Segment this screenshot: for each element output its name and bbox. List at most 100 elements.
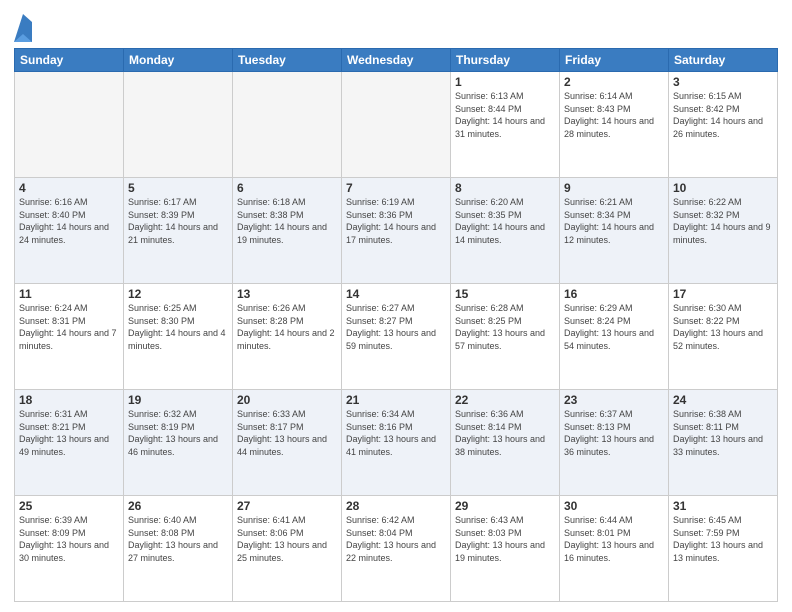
day-number: 31 [673, 499, 773, 513]
day-number: 21 [346, 393, 446, 407]
day-info: Sunrise: 6:38 AM Sunset: 8:11 PM Dayligh… [673, 408, 773, 458]
day-info: Sunrise: 6:17 AM Sunset: 8:39 PM Dayligh… [128, 196, 228, 246]
day-number: 27 [237, 499, 337, 513]
col-header-tuesday: Tuesday [233, 49, 342, 72]
calendar-cell: 17Sunrise: 6:30 AM Sunset: 8:22 PM Dayli… [669, 284, 778, 390]
calendar-cell: 8Sunrise: 6:20 AM Sunset: 8:35 PM Daylig… [451, 178, 560, 284]
day-info: Sunrise: 6:15 AM Sunset: 8:42 PM Dayligh… [673, 90, 773, 140]
day-number: 1 [455, 75, 555, 89]
day-number: 13 [237, 287, 337, 301]
calendar-cell: 12Sunrise: 6:25 AM Sunset: 8:30 PM Dayli… [124, 284, 233, 390]
day-number: 25 [19, 499, 119, 513]
day-info: Sunrise: 6:16 AM Sunset: 8:40 PM Dayligh… [19, 196, 119, 246]
calendar-cell [15, 72, 124, 178]
day-number: 6 [237, 181, 337, 195]
day-number: 18 [19, 393, 119, 407]
day-info: Sunrise: 6:32 AM Sunset: 8:19 PM Dayligh… [128, 408, 228, 458]
day-number: 24 [673, 393, 773, 407]
calendar-cell: 21Sunrise: 6:34 AM Sunset: 8:16 PM Dayli… [342, 390, 451, 496]
calendar-cell: 7Sunrise: 6:19 AM Sunset: 8:36 PM Daylig… [342, 178, 451, 284]
col-header-wednesday: Wednesday [342, 49, 451, 72]
day-number: 10 [673, 181, 773, 195]
calendar-cell: 15Sunrise: 6:28 AM Sunset: 8:25 PM Dayli… [451, 284, 560, 390]
day-info: Sunrise: 6:41 AM Sunset: 8:06 PM Dayligh… [237, 514, 337, 564]
calendar-cell: 2Sunrise: 6:14 AM Sunset: 8:43 PM Daylig… [560, 72, 669, 178]
calendar-cell: 23Sunrise: 6:37 AM Sunset: 8:13 PM Dayli… [560, 390, 669, 496]
day-info: Sunrise: 6:13 AM Sunset: 8:44 PM Dayligh… [455, 90, 555, 140]
calendar-cell: 24Sunrise: 6:38 AM Sunset: 8:11 PM Dayli… [669, 390, 778, 496]
day-info: Sunrise: 6:39 AM Sunset: 8:09 PM Dayligh… [19, 514, 119, 564]
logo-icon [14, 14, 32, 42]
day-number: 17 [673, 287, 773, 301]
day-number: 23 [564, 393, 664, 407]
calendar-cell: 14Sunrise: 6:27 AM Sunset: 8:27 PM Dayli… [342, 284, 451, 390]
day-info: Sunrise: 6:27 AM Sunset: 8:27 PM Dayligh… [346, 302, 446, 352]
col-header-friday: Friday [560, 49, 669, 72]
day-info: Sunrise: 6:43 AM Sunset: 8:03 PM Dayligh… [455, 514, 555, 564]
day-info: Sunrise: 6:34 AM Sunset: 8:16 PM Dayligh… [346, 408, 446, 458]
day-number: 7 [346, 181, 446, 195]
day-number: 29 [455, 499, 555, 513]
day-info: Sunrise: 6:42 AM Sunset: 8:04 PM Dayligh… [346, 514, 446, 564]
calendar-cell: 19Sunrise: 6:32 AM Sunset: 8:19 PM Dayli… [124, 390, 233, 496]
calendar-cell: 4Sunrise: 6:16 AM Sunset: 8:40 PM Daylig… [15, 178, 124, 284]
col-header-sunday: Sunday [15, 49, 124, 72]
calendar-cell: 20Sunrise: 6:33 AM Sunset: 8:17 PM Dayli… [233, 390, 342, 496]
day-info: Sunrise: 6:14 AM Sunset: 8:43 PM Dayligh… [564, 90, 664, 140]
day-number: 8 [455, 181, 555, 195]
day-number: 28 [346, 499, 446, 513]
calendar-cell: 18Sunrise: 6:31 AM Sunset: 8:21 PM Dayli… [15, 390, 124, 496]
header [14, 10, 778, 42]
day-info: Sunrise: 6:33 AM Sunset: 8:17 PM Dayligh… [237, 408, 337, 458]
calendar-cell: 5Sunrise: 6:17 AM Sunset: 8:39 PM Daylig… [124, 178, 233, 284]
day-info: Sunrise: 6:24 AM Sunset: 8:31 PM Dayligh… [19, 302, 119, 352]
day-info: Sunrise: 6:36 AM Sunset: 8:14 PM Dayligh… [455, 408, 555, 458]
day-info: Sunrise: 6:37 AM Sunset: 8:13 PM Dayligh… [564, 408, 664, 458]
day-number: 16 [564, 287, 664, 301]
calendar-cell [233, 72, 342, 178]
calendar-cell: 9Sunrise: 6:21 AM Sunset: 8:34 PM Daylig… [560, 178, 669, 284]
day-number: 5 [128, 181, 228, 195]
day-number: 9 [564, 181, 664, 195]
day-info: Sunrise: 6:44 AM Sunset: 8:01 PM Dayligh… [564, 514, 664, 564]
day-info: Sunrise: 6:31 AM Sunset: 8:21 PM Dayligh… [19, 408, 119, 458]
calendar-cell: 11Sunrise: 6:24 AM Sunset: 8:31 PM Dayli… [15, 284, 124, 390]
calendar-cell: 27Sunrise: 6:41 AM Sunset: 8:06 PM Dayli… [233, 496, 342, 602]
calendar-cell [342, 72, 451, 178]
calendar-cell: 31Sunrise: 6:45 AM Sunset: 7:59 PM Dayli… [669, 496, 778, 602]
day-info: Sunrise: 6:40 AM Sunset: 8:08 PM Dayligh… [128, 514, 228, 564]
day-info: Sunrise: 6:28 AM Sunset: 8:25 PM Dayligh… [455, 302, 555, 352]
day-info: Sunrise: 6:21 AM Sunset: 8:34 PM Dayligh… [564, 196, 664, 246]
calendar-cell: 6Sunrise: 6:18 AM Sunset: 8:38 PM Daylig… [233, 178, 342, 284]
day-info: Sunrise: 6:26 AM Sunset: 8:28 PM Dayligh… [237, 302, 337, 352]
day-number: 19 [128, 393, 228, 407]
day-info: Sunrise: 6:25 AM Sunset: 8:30 PM Dayligh… [128, 302, 228, 352]
col-header-saturday: Saturday [669, 49, 778, 72]
day-number: 2 [564, 75, 664, 89]
calendar-cell: 29Sunrise: 6:43 AM Sunset: 8:03 PM Dayli… [451, 496, 560, 602]
day-info: Sunrise: 6:30 AM Sunset: 8:22 PM Dayligh… [673, 302, 773, 352]
calendar-cell: 16Sunrise: 6:29 AM Sunset: 8:24 PM Dayli… [560, 284, 669, 390]
day-number: 3 [673, 75, 773, 89]
day-number: 14 [346, 287, 446, 301]
day-info: Sunrise: 6:18 AM Sunset: 8:38 PM Dayligh… [237, 196, 337, 246]
calendar-cell: 30Sunrise: 6:44 AM Sunset: 8:01 PM Dayli… [560, 496, 669, 602]
day-number: 30 [564, 499, 664, 513]
day-number: 20 [237, 393, 337, 407]
calendar-cell: 25Sunrise: 6:39 AM Sunset: 8:09 PM Dayli… [15, 496, 124, 602]
calendar-cell: 10Sunrise: 6:22 AM Sunset: 8:32 PM Dayli… [669, 178, 778, 284]
day-number: 26 [128, 499, 228, 513]
day-info: Sunrise: 6:22 AM Sunset: 8:32 PM Dayligh… [673, 196, 773, 246]
day-info: Sunrise: 6:20 AM Sunset: 8:35 PM Dayligh… [455, 196, 555, 246]
calendar-cell: 22Sunrise: 6:36 AM Sunset: 8:14 PM Dayli… [451, 390, 560, 496]
day-number: 22 [455, 393, 555, 407]
day-number: 4 [19, 181, 119, 195]
col-header-monday: Monday [124, 49, 233, 72]
day-number: 11 [19, 287, 119, 301]
day-info: Sunrise: 6:29 AM Sunset: 8:24 PM Dayligh… [564, 302, 664, 352]
calendar-cell: 26Sunrise: 6:40 AM Sunset: 8:08 PM Dayli… [124, 496, 233, 602]
day-number: 12 [128, 287, 228, 301]
calendar-cell: 13Sunrise: 6:26 AM Sunset: 8:28 PM Dayli… [233, 284, 342, 390]
col-header-thursday: Thursday [451, 49, 560, 72]
page: SundayMondayTuesdayWednesdayThursdayFrid… [0, 0, 792, 612]
